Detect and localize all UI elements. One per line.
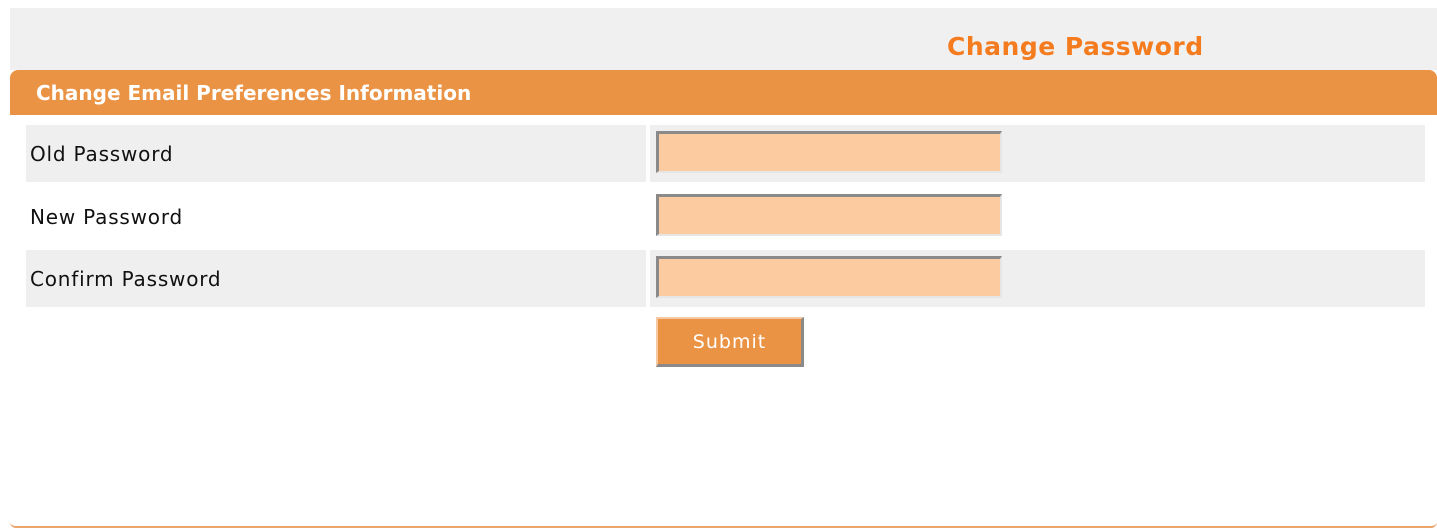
input-cell	[650, 250, 1425, 307]
title-band: Change Password	[10, 8, 1437, 70]
label-cell: Old Password	[26, 125, 646, 182]
confirm-password-input[interactable]	[656, 256, 1002, 298]
input-cell	[650, 188, 1425, 245]
label-cell: New Password	[26, 188, 646, 245]
label-cell: Confirm Password	[26, 250, 646, 307]
old-password-input[interactable]	[656, 131, 1002, 173]
form-row-old-password: Old Password	[26, 125, 1425, 182]
change-password-panel: Change Password Change Email Preferences…	[10, 8, 1437, 528]
old-password-label: Old Password	[30, 142, 174, 166]
new-password-label: New Password	[30, 205, 183, 229]
section-title: Change Email Preferences Information	[36, 81, 472, 105]
submit-button[interactable]: Submit	[656, 317, 804, 367]
confirm-password-label: Confirm Password	[30, 267, 222, 291]
page-title: Change Password	[947, 32, 1204, 61]
new-password-input[interactable]	[656, 194, 1002, 236]
form-row-new-password: New Password	[26, 188, 1425, 245]
section-header: Change Email Preferences Information	[10, 70, 1437, 115]
input-cell	[650, 125, 1425, 182]
form-row-confirm-password: Confirm Password	[26, 250, 1425, 307]
